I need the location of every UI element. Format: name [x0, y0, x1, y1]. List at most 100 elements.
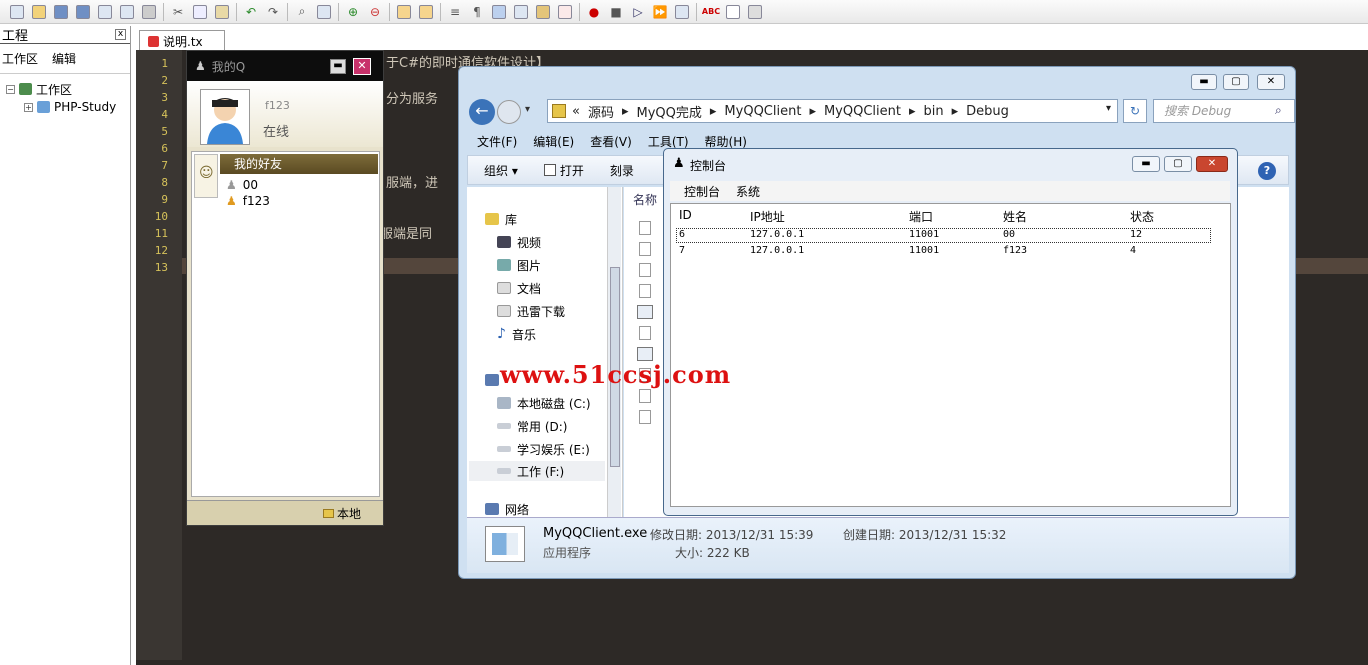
print-icon[interactable] — [138, 2, 160, 22]
breadcrumb-item[interactable]: 源码 — [588, 102, 614, 121]
menu-edit[interactable]: 编辑 — [52, 50, 76, 67]
local-button[interactable]: 本地 — [323, 505, 361, 522]
breadcrumb-item[interactable]: MyQQClient — [724, 104, 801, 119]
save-macro-icon[interactable] — [671, 2, 693, 22]
menu-file[interactable]: 文件(F) — [477, 133, 517, 150]
folder-icon[interactable] — [510, 2, 532, 22]
file-icon[interactable] — [639, 410, 651, 424]
file-icon[interactable] — [639, 221, 651, 235]
column-header-name[interactable]: 名称 — [633, 191, 657, 208]
play-macro-icon[interactable]: ▷ — [627, 2, 649, 22]
close-button[interactable]: ✕ — [1257, 74, 1285, 90]
column-header-status[interactable]: 状态 — [1130, 208, 1154, 225]
sync-scroll-v-icon[interactable] — [393, 2, 415, 22]
record-macro-icon[interactable]: ● — [583, 2, 605, 22]
search-input[interactable]: 搜索 Debug — [1153, 99, 1295, 123]
save-all-icon[interactable] — [72, 2, 94, 22]
redo-icon[interactable]: ↷ — [262, 2, 284, 22]
organize-button[interactable]: 组织 ▾ — [484, 162, 518, 179]
minimize-button[interactable]: ▬ — [1191, 74, 1217, 90]
find-icon[interactable]: ⌕ — [291, 2, 313, 22]
word-wrap-icon[interactable]: ≡ — [444, 2, 466, 22]
nav-computer[interactable] — [485, 370, 499, 390]
breadcrumb-item[interactable]: MyQQ完成 — [637, 102, 702, 121]
paste-icon[interactable] — [211, 2, 233, 22]
menu-workspace[interactable]: 工作区 — [2, 50, 38, 67]
back-button[interactable]: ← — [469, 99, 495, 125]
save-icon[interactable] — [50, 2, 72, 22]
table-row[interactable]: 7 127.0.0.1 11001 f123 4 — [671, 244, 1230, 259]
indent-guide-icon[interactable] — [488, 2, 510, 22]
nav-drive-e[interactable]: 学习娱乐 (E:) — [497, 439, 590, 459]
address-dropdown-icon[interactable]: ▾ — [1106, 103, 1111, 114]
nav-thunder-downloads[interactable]: 迅雷下载 — [497, 301, 565, 321]
zoom-out-icon[interactable]: ⊖ — [364, 2, 386, 22]
nav-drive-d[interactable]: 常用 (D:) — [497, 416, 567, 436]
nav-documents[interactable]: 文档 — [497, 278, 541, 298]
maximize-button[interactable]: ▢ — [1164, 156, 1192, 172]
menu-help[interactable]: 帮助(H) — [705, 133, 747, 150]
menu-view[interactable]: 查看(V) — [590, 133, 632, 150]
open-button[interactable]: 打开 — [543, 162, 584, 179]
forward-button[interactable] — [497, 100, 521, 124]
function-list-icon[interactable] — [554, 2, 576, 22]
map-icon[interactable] — [532, 2, 554, 22]
sync-scroll-h-icon[interactable] — [415, 2, 437, 22]
group-header[interactable]: 我的好友 — [220, 154, 378, 174]
close-button[interactable]: ✕ — [1196, 156, 1228, 172]
nav-music[interactable]: ♪ 音乐 — [497, 324, 536, 344]
avatar[interactable] — [200, 89, 250, 145]
console-icon[interactable] — [722, 2, 744, 22]
tree-item-php-study[interactable]: + PHP-Study — [6, 98, 130, 116]
qq-status[interactable]: 在线 — [263, 121, 289, 140]
friends-tab[interactable]: ☺ — [194, 154, 218, 198]
breadcrumb-item[interactable]: Debug — [966, 104, 1009, 119]
expand-icon[interactable]: + — [24, 102, 33, 112]
exe-icon[interactable] — [637, 347, 653, 361]
nav-pictures[interactable]: 图片 — [497, 255, 541, 275]
copy-icon[interactable] — [189, 2, 211, 22]
minimize-button[interactable]: ▬ — [1132, 156, 1160, 172]
help-icon[interactable]: ? — [1258, 162, 1276, 180]
nav-library[interactable]: 库 — [485, 209, 517, 229]
open-folder-icon[interactable] — [28, 2, 50, 22]
printer-icon[interactable] — [744, 2, 766, 22]
nav-drive-f[interactable]: 工作 (F:) — [469, 461, 605, 481]
table-row[interactable]: 6 127.0.0.1 11001 00 12 — [671, 228, 1230, 243]
stop-macro-icon[interactable]: ■ — [605, 2, 627, 22]
menu-tools[interactable]: 工具(T) — [648, 133, 689, 150]
file-icon[interactable] — [639, 389, 651, 403]
maximize-button[interactable]: ▢ — [1223, 74, 1249, 90]
file-icon[interactable] — [639, 242, 651, 256]
new-file-icon[interactable] — [6, 2, 28, 22]
history-dropdown-icon[interactable]: ▾ — [525, 104, 530, 115]
column-header-name[interactable]: 姓名 — [1003, 208, 1027, 225]
replace-icon[interactable] — [313, 2, 335, 22]
spellcheck-icon[interactable]: ABC — [700, 2, 722, 22]
nav-network[interactable]: 网络 — [485, 501, 529, 517]
collapse-icon[interactable]: − — [6, 84, 15, 94]
menu-console[interactable]: 控制台 — [684, 183, 720, 200]
cut-icon[interactable]: ✂ — [167, 2, 189, 22]
minimize-button[interactable]: ▬ — [330, 59, 346, 74]
zoom-in-icon[interactable]: ⊕ — [342, 2, 364, 22]
refresh-button[interactable]: ↻ — [1123, 99, 1147, 123]
close-file-icon[interactable] — [94, 2, 116, 22]
close-button[interactable]: ✕ — [353, 58, 371, 75]
exe-icon[interactable] — [637, 305, 653, 319]
address-bar[interactable]: « 源码 ▸ MyQQ完成 ▸ MyQQClient ▸ MyQQClient ▸ bi… — [547, 99, 1118, 123]
column-header-ip[interactable]: IP地址 — [750, 208, 785, 225]
file-icon[interactable] — [639, 326, 651, 340]
file-icon[interactable] — [639, 284, 651, 298]
nav-videos[interactable]: 视频 — [497, 232, 541, 252]
close-all-icon[interactable] — [116, 2, 138, 22]
show-symbols-icon[interactable]: ¶ — [466, 2, 488, 22]
column-header-port[interactable]: 端口 — [909, 208, 933, 225]
column-header-id[interactable]: ID — [679, 208, 692, 222]
run-macro-multiple-icon[interactable]: ⏩ — [649, 2, 671, 22]
close-icon[interactable]: x — [115, 29, 126, 40]
breadcrumb-item[interactable]: bin — [924, 104, 944, 119]
tree-item-workspace[interactable]: − 工作区 — [6, 80, 130, 98]
breadcrumb-item[interactable]: MyQQClient — [824, 104, 901, 119]
file-icon[interactable] — [639, 263, 651, 277]
